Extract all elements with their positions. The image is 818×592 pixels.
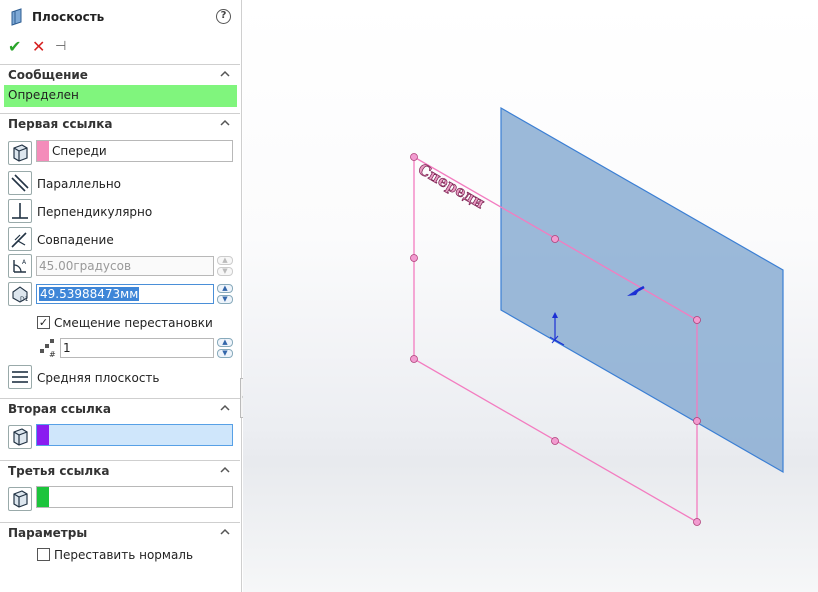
- perpendicular-option[interactable]: Перпендикулярно: [37, 205, 152, 219]
- second-reference-section-header[interactable]: Вторая ссылка: [0, 398, 240, 419]
- first-reference-value: Спереди: [52, 144, 107, 158]
- flip-normal-checkbox[interactable]: [37, 548, 50, 561]
- collapse-chevron-icon[interactable]: [219, 117, 231, 129]
- first-reference-title: Первая ссылка: [8, 117, 113, 131]
- second-reference-title: Вторая ссылка: [8, 402, 112, 416]
- pin-icon[interactable]: ⊣: [55, 39, 71, 55]
- collapse-chevron-icon[interactable]: [219, 402, 231, 414]
- front-plane-label: Спереди: [415, 160, 488, 212]
- panel-title: Плоскость: [32, 10, 105, 24]
- collapse-chevron-icon[interactable]: [219, 526, 231, 538]
- perpendicular-icon[interactable]: [8, 199, 32, 223]
- first-reference-section-header[interactable]: Первая ссылка: [0, 113, 240, 134]
- third-reference-section-header[interactable]: Третья ссылка: [0, 460, 240, 481]
- parallel-icon[interactable]: [8, 171, 32, 195]
- collapse-chevron-icon[interactable]: [219, 68, 231, 80]
- reference-face-icon: [8, 487, 32, 511]
- instances-input[interactable]: 1: [60, 338, 214, 358]
- ok-icon[interactable]: ✔: [8, 39, 24, 55]
- message-status: Определен: [4, 85, 237, 107]
- angle-spinner[interactable]: ▲ ▼: [217, 256, 233, 276]
- reference-face-icon: [8, 425, 32, 449]
- distance-icon[interactable]: D1: [8, 282, 32, 306]
- instances-spinner[interactable]: ▲ ▼: [217, 338, 233, 358]
- distance-spinner[interactable]: ▲ ▼: [217, 284, 233, 304]
- message-section-header[interactable]: Сообщение: [0, 64, 240, 85]
- flip-offset-checkbox[interactable]: ✓: [37, 316, 50, 329]
- third-reference-color-swatch: [37, 487, 49, 507]
- distance-input[interactable]: 49.53988473мм: [36, 284, 214, 304]
- angle-input[interactable]: 45.00градусов: [36, 256, 214, 276]
- property-manager-panel: Плоскость ? ✔ ✕ ⊣ Сообщение Определен Пе…: [0, 0, 242, 592]
- panel-header: Плоскость ?: [0, 0, 242, 34]
- first-reference-color-swatch: [37, 141, 49, 161]
- first-reference-field[interactable]: Спереди: [36, 140, 233, 162]
- flip-normal-label: Переставить нормаль: [54, 548, 194, 562]
- plane-preview[interactable]: [500, 106, 784, 474]
- second-reference-field[interactable]: [36, 424, 233, 446]
- angle-icon[interactable]: A: [8, 254, 32, 278]
- flip-offset-label: Смещение перестановки: [54, 316, 213, 330]
- cancel-icon[interactable]: ✕: [32, 39, 48, 55]
- parameters-title: Параметры: [8, 526, 88, 540]
- svg-text:D1: D1: [20, 296, 29, 303]
- parameters-section-header[interactable]: Параметры: [0, 522, 240, 543]
- help-icon[interactable]: ?: [216, 9, 231, 24]
- svg-text:#: #: [49, 350, 56, 358]
- svg-text:A: A: [22, 259, 27, 266]
- second-reference-color-swatch: [37, 425, 49, 445]
- third-reference-field[interactable]: [36, 486, 233, 508]
- message-section-title: Сообщение: [8, 68, 88, 82]
- parallel-option[interactable]: Параллельно: [37, 177, 121, 191]
- third-reference-title: Третья ссылка: [8, 464, 110, 478]
- mid-plane-icon[interactable]: [8, 365, 32, 389]
- instances-icon: #: [40, 339, 56, 358]
- collapse-chevron-icon[interactable]: [219, 464, 231, 476]
- graphics-viewport[interactable]: Спереди: [243, 0, 818, 592]
- distance-input-selected-text: 49.53988473мм: [39, 287, 140, 301]
- plane-feature-icon: [11, 8, 22, 26]
- coincident-icon[interactable]: [8, 227, 32, 251]
- coincident-option[interactable]: Совпадение: [37, 233, 114, 247]
- reference-face-icon: [8, 141, 32, 165]
- mid-plane-option[interactable]: Средняя плоскость: [37, 371, 159, 385]
